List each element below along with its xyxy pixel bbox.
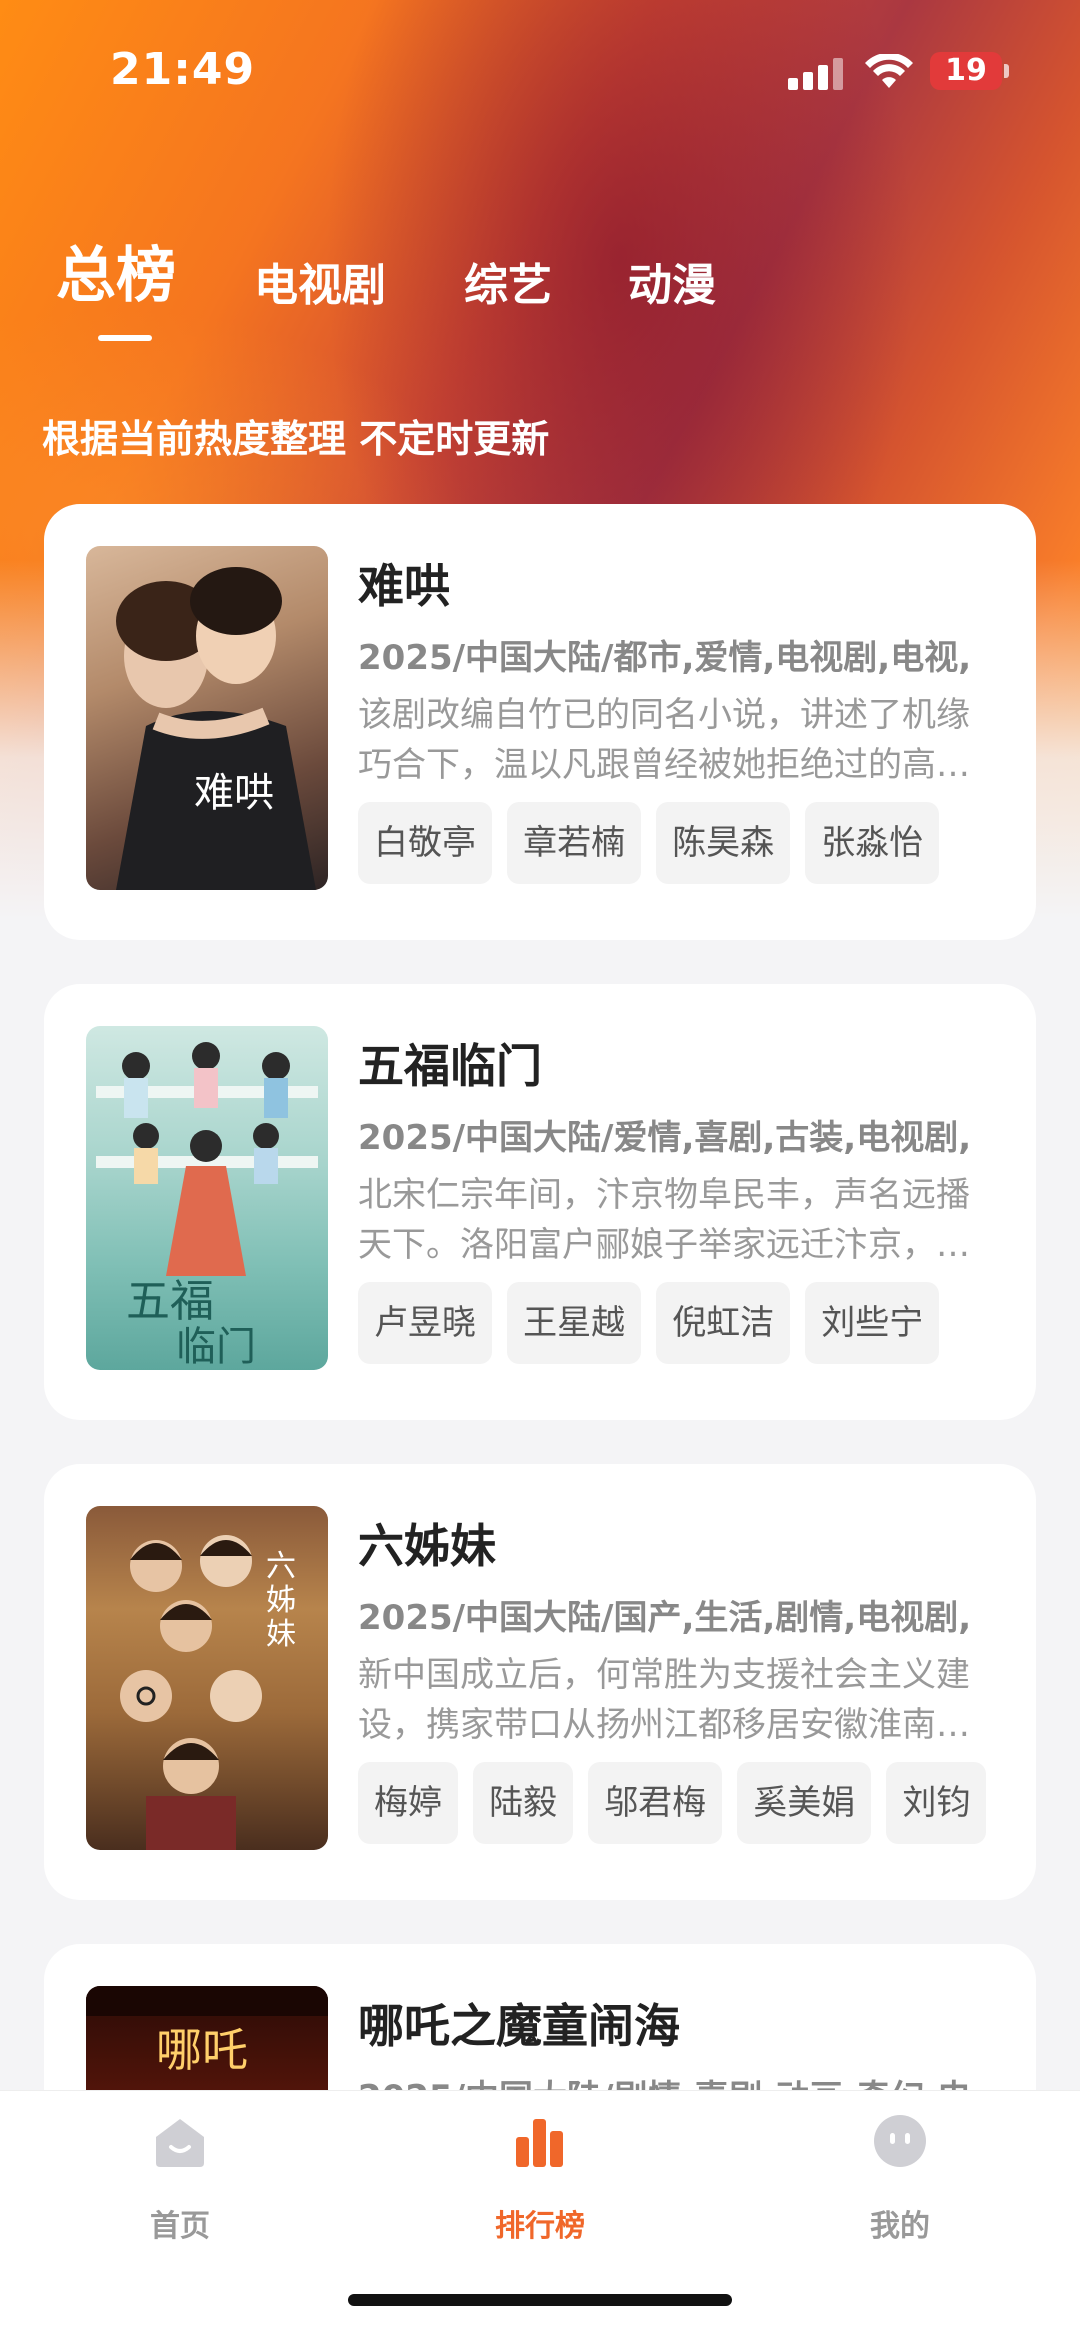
actor-tag[interactable]: 陈昊森 <box>656 802 791 884</box>
home-indicator <box>348 2294 732 2306</box>
item-title: 难哄 <box>358 559 450 613</box>
item-title: 五福临门 <box>358 1039 542 1093</box>
actor-tag[interactable]: 邬君梅 <box>588 1762 723 1844</box>
tab-variety[interactable]: 综艺 <box>464 249 552 313</box>
battery-tip <box>1004 64 1009 78</box>
actor-tag[interactable]: 倪虹洁 <box>656 1282 791 1364</box>
nav-ranking-label: 排行榜 <box>495 2209 585 2244</box>
nav-home-label: 首页 <box>150 2209 210 2244</box>
svg-text:哪吒: 哪吒 <box>156 2023 248 2077</box>
svg-text:临门: 临门 <box>176 1324 256 1370</box>
actor-tags: 卢昱晓 王星越 倪虹洁 刘些宁 <box>358 1282 949 1364</box>
item-description-line: 北宋仁宗年间，汴京物阜民丰，声名远播 <box>358 1175 970 1215</box>
nav-ranking[interactable]: 排行榜 <box>440 2091 640 2291</box>
item-title: 哪吒之魔童闹海 <box>358 1999 680 2053</box>
item-description-line: 巧合下，温以凡跟曾经被她拒绝过的高… <box>358 745 970 785</box>
home-icon <box>156 2119 204 2167</box>
poster-image: 五福 临门 <box>86 1026 328 1370</box>
ranking-subtitle: 根据当前热度整理 不定时更新 <box>42 417 550 461</box>
battery-icon: 19 <box>930 52 1002 90</box>
poster-image: 六 姊 妹 <box>86 1506 328 1850</box>
tab-tv-series[interactable]: 电视剧 <box>254 249 386 313</box>
ranking-card[interactable]: 六 姊 妹 六姊妹 2025/中国大陆/国产,生活,剧情,电视剧, 新中国成立后… <box>44 1464 1036 1900</box>
svg-text:妹: 妹 <box>266 1617 296 1652</box>
ranking-card[interactable]: 五福 临门 五福临门 2025/中国大陆/爱情,喜剧,古装,电视剧, 北宋仁宗年… <box>44 984 1036 1420</box>
item-description-line: 新中国成立后，何常胜为支援社会主义建 <box>358 1655 970 1695</box>
nav-home[interactable]: 首页 <box>80 2091 280 2291</box>
actor-tag[interactable]: 陆毅 <box>473 1762 574 1844</box>
item-description: 北宋仁宗年间，汴京物阜民丰，声名远播 天下。洛阳富户郦娘子举家远迁汴京，… <box>358 1170 1018 1270</box>
actor-tags: 梅婷 陆毅 邬君梅 奚美娟 刘钧 <box>358 1762 996 1844</box>
actor-tag[interactable]: 王星越 <box>507 1282 642 1364</box>
ranking-card[interactable]: 难哄 难哄 2025/中国大陆/都市,爱情,电视剧,电视, 该剧改编自竹已的同名… <box>44 504 1036 940</box>
svg-text:五福: 五福 <box>126 1276 214 1327</box>
item-description: 该剧改编自竹已的同名小说，讲述了机缘 巧合下，温以凡跟曾经被她拒绝过的高… <box>358 690 1018 790</box>
actor-tags: 白敬亭 章若楠 陈昊森 张淼怡 <box>358 802 949 884</box>
nav-profile[interactable]: 我的 <box>800 2091 1000 2291</box>
actor-tag[interactable]: 章若楠 <box>507 802 642 884</box>
tab-anime[interactable]: 动漫 <box>628 249 716 313</box>
actor-tag[interactable]: 卢昱晓 <box>358 1282 492 1364</box>
actor-tag[interactable]: 白敬亭 <box>358 802 492 884</box>
item-title: 六姊妹 <box>358 1519 496 1573</box>
status-time: 21:49 <box>110 44 256 95</box>
nav-profile-label: 我的 <box>870 2209 930 2244</box>
wifi-icon <box>865 54 913 88</box>
item-description: 新中国成立后，何常胜为支援社会主义建 设，携家带口从扬州江都移居安徽淮南… <box>358 1650 1018 1750</box>
profile-face-icon <box>874 2115 926 2167</box>
svg-text:六: 六 <box>266 1549 296 1584</box>
actor-tag[interactable]: 刘钧 <box>886 1762 987 1844</box>
item-meta: 2025/中国大陆/国产,生活,剧情,电视剧, <box>358 1598 972 1638</box>
svg-text:姊: 姊 <box>266 1583 296 1618</box>
active-tab-indicator <box>98 335 152 341</box>
item-meta: 2025/中国大陆/都市,爱情,电视剧,电视, <box>358 638 972 678</box>
actor-tag[interactable]: 奚美娟 <box>737 1762 872 1844</box>
cellular-signal-icon <box>788 56 846 90</box>
actor-tag[interactable]: 刘些宁 <box>805 1282 940 1364</box>
item-meta: 2025/中国大陆/爱情,喜剧,古装,电视剧, <box>358 1118 972 1158</box>
actor-tag[interactable]: 张淼怡 <box>805 802 940 884</box>
item-description-line: 天下。洛阳富户郦娘子举家远迁汴京，… <box>358 1225 970 1265</box>
actor-tag[interactable]: 梅婷 <box>358 1762 458 1844</box>
poster-image: 难哄 <box>86 546 328 890</box>
bar-chart-icon <box>516 2119 563 2167</box>
item-description-line: 设，携家带口从扬州江都移居安徽淮南… <box>358 1705 970 1745</box>
tab-all[interactable]: 总榜 <box>56 227 176 314</box>
status-bar: 21:49 19 <box>0 0 1080 140</box>
item-description-line: 该剧改编自竹已的同名小说，讲述了机缘 <box>358 695 970 735</box>
svg-text:难哄: 难哄 <box>194 770 274 816</box>
